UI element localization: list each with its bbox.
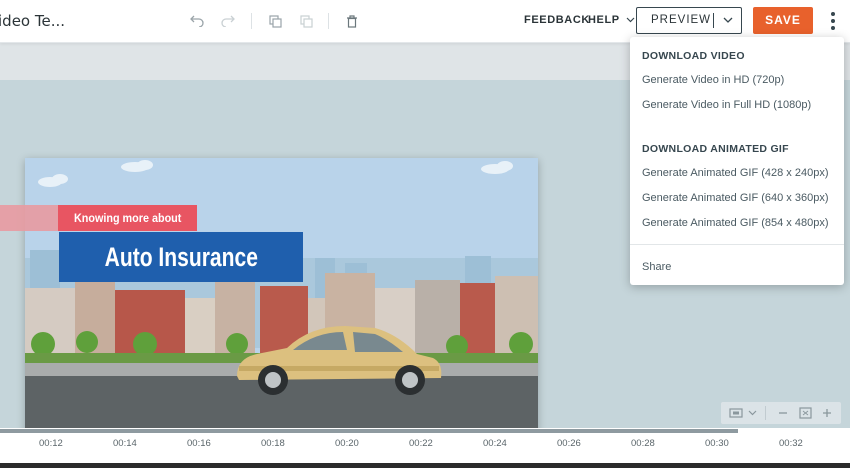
redo-icon[interactable] bbox=[218, 11, 238, 31]
help-menu[interactable]: HELP bbox=[588, 14, 635, 26]
copy-icon[interactable] bbox=[265, 11, 285, 31]
banner-red-accent bbox=[0, 205, 58, 231]
timeline-tick: 00:20 bbox=[335, 438, 359, 449]
timeline-tick: 00:28 bbox=[631, 438, 655, 449]
paste-icon[interactable] bbox=[296, 11, 316, 31]
help-label: HELP bbox=[588, 14, 620, 26]
generate-video-hd-item[interactable]: Generate Video in HD (720p) bbox=[642, 74, 784, 86]
chevron-down-icon[interactable] bbox=[748, 410, 757, 416]
feedback-link[interactable]: FEEDBACK bbox=[524, 14, 590, 26]
toolbar-divider bbox=[328, 13, 329, 29]
timeline-tick: 00:30 bbox=[705, 438, 729, 449]
zoom-in-icon[interactable] bbox=[821, 407, 833, 419]
generate-video-full-hd-item[interactable]: Generate Video in Full HD (1080p) bbox=[642, 99, 811, 111]
more-options-menu: DOWNLOAD VIDEO Generate Video in HD (720… bbox=[630, 37, 844, 285]
project-title[interactable]: ideo Te... bbox=[0, 12, 65, 30]
generate-gif-small-item[interactable]: Generate Animated GIF (428 x 240px) bbox=[642, 167, 829, 179]
fit-screen-icon[interactable] bbox=[799, 407, 812, 419]
timeline[interactable]: 00:12 00:14 00:16 00:18 00:20 00:22 00:2… bbox=[0, 428, 850, 468]
download-gif-heading: DOWNLOAD ANIMATED GIF bbox=[642, 143, 789, 155]
generate-gif-medium-item[interactable]: Generate Animated GIF (640 x 360px) bbox=[642, 192, 829, 204]
banner-top-text: Knowing more about bbox=[73, 211, 182, 225]
menu-divider bbox=[630, 244, 844, 245]
save-button[interactable]: SAVE bbox=[753, 7, 813, 34]
banner-main[interactable]: Auto Insurance bbox=[59, 232, 303, 282]
trash-icon[interactable] bbox=[342, 11, 362, 31]
zoom-controls bbox=[721, 402, 841, 424]
timeline-tick: 00:32 bbox=[779, 438, 803, 449]
timeline-progress-track[interactable] bbox=[0, 429, 738, 433]
share-item[interactable]: Share bbox=[642, 261, 671, 273]
timeline-tick: 00:14 bbox=[113, 438, 137, 449]
timeline-tick: 00:12 bbox=[39, 438, 63, 449]
aspect-ratio-icon[interactable] bbox=[729, 407, 743, 419]
preview-button[interactable]: PREVIEW bbox=[636, 7, 742, 34]
preview-divider bbox=[713, 13, 714, 28]
scene-canvas[interactable] bbox=[25, 158, 538, 438]
download-video-heading: DOWNLOAD VIDEO bbox=[642, 50, 745, 62]
scene-thumbnails[interactable] bbox=[0, 463, 850, 468]
timeline-tick: 00:26 bbox=[557, 438, 581, 449]
chevron-down-icon[interactable] bbox=[721, 13, 735, 27]
generate-gif-large-item[interactable]: Generate Animated GIF (854 x 480px) bbox=[642, 217, 829, 229]
zoom-divider bbox=[765, 406, 766, 420]
more-vertical-icon[interactable] bbox=[824, 9, 842, 33]
banner-top[interactable]: Knowing more about bbox=[58, 205, 197, 231]
banner-main-text: Auto Insurance bbox=[104, 241, 258, 272]
chevron-down-icon bbox=[626, 17, 635, 23]
timeline-tick: 00:22 bbox=[409, 438, 433, 449]
timeline-tick: 00:16 bbox=[187, 438, 211, 449]
toolbar-divider bbox=[251, 13, 252, 29]
timeline-tick: 00:18 bbox=[261, 438, 285, 449]
preview-label: PREVIEW bbox=[651, 14, 712, 26]
timeline-tick: 00:24 bbox=[483, 438, 507, 449]
zoom-out-icon[interactable] bbox=[777, 407, 789, 419]
undo-icon[interactable] bbox=[187, 11, 207, 31]
scene-illustration bbox=[25, 158, 538, 438]
